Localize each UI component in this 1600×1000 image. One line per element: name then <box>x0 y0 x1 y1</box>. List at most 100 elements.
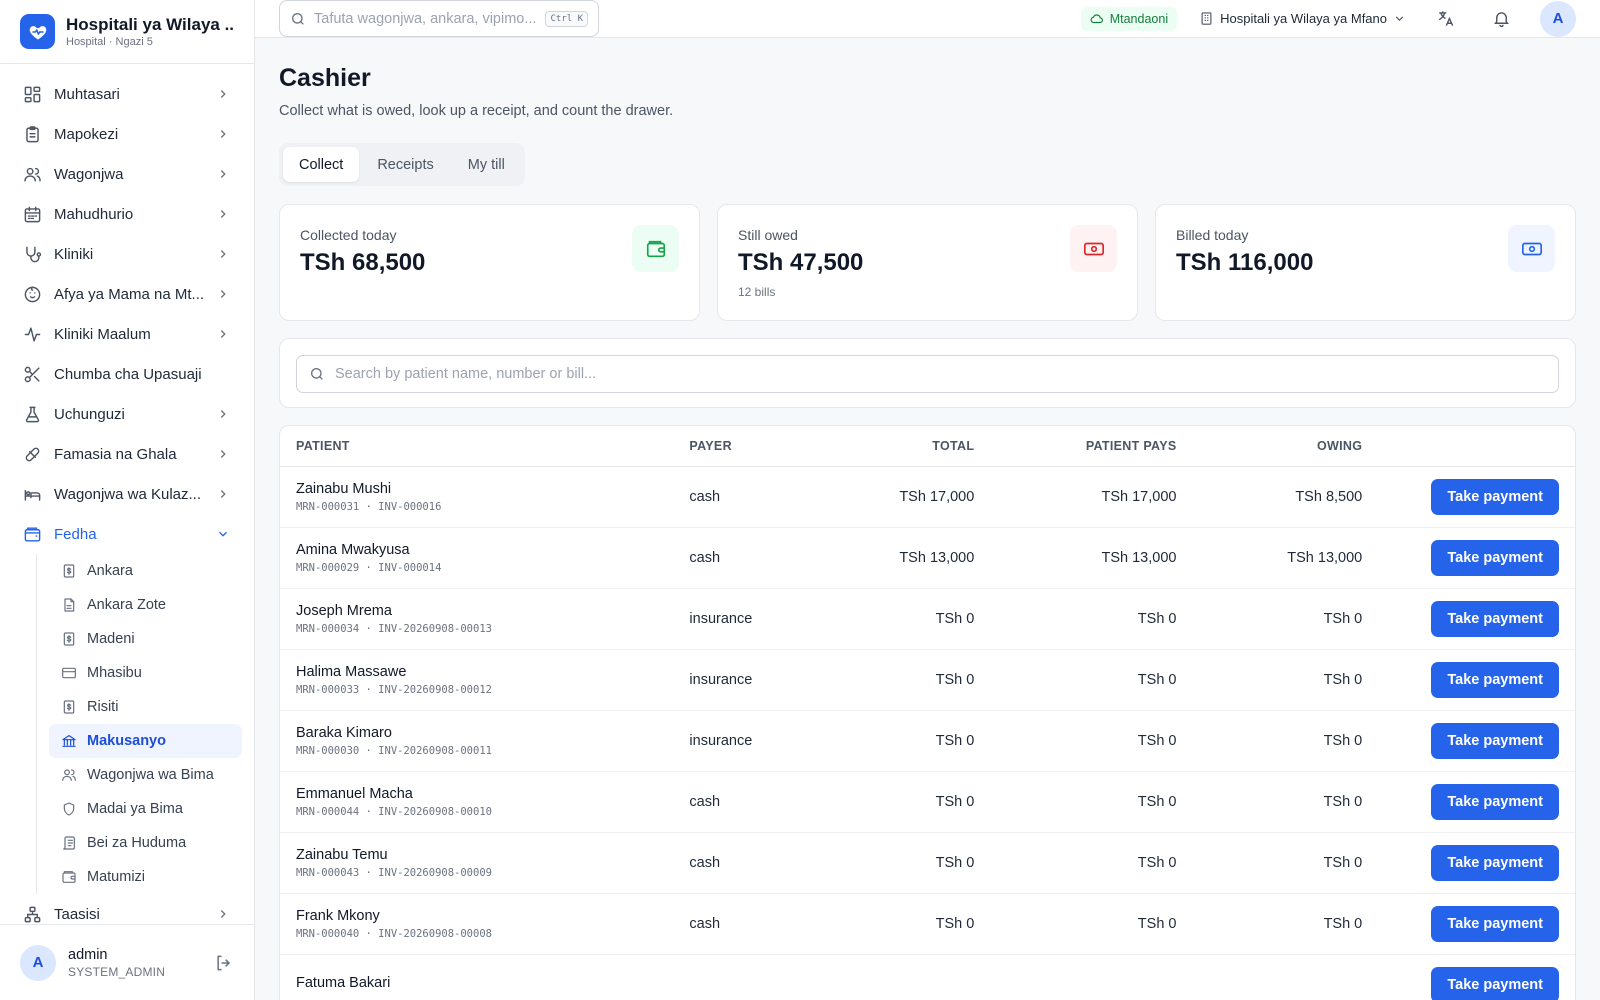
action-cell: Take payment <box>1378 893 1575 955</box>
logout-icon[interactable] <box>214 953 234 973</box>
bill-search-field[interactable] <box>296 355 1559 393</box>
table-row[interactable]: Zainabu Mushi MRN-000031 · INV-000016 cash… <box>280 466 1575 528</box>
patient-ids: MRN-000040 · INV-20260908-00008 <box>296 927 492 940</box>
finance-subnav: Ankara Ankara Zote Madeni Mhasibu Risiti Maku… <box>36 554 242 894</box>
sidebar-item-kliniki[interactable]: Kliniki <box>12 234 242 274</box>
avatar[interactable]: A <box>20 944 56 981</box>
subnav-item-label: Wagonjwa wa Bima <box>87 767 214 783</box>
facility-selector[interactable]: Hospitali ya Wilaya ya Mfano <box>1199 11 1406 26</box>
table-row[interactable]: Fatuma Bakari Take payment <box>280 954 1575 1000</box>
patient-name: Joseph Mrema <box>296 602 392 619</box>
take-payment-button[interactable]: Take payment <box>1431 905 1559 942</box>
subnav-item-risiti[interactable]: Risiti <box>49 690 242 724</box>
chevron-right-icon <box>216 406 232 422</box>
sidebar-item-muhtasari[interactable]: Muhtasari <box>12 74 242 114</box>
stats-row: Collected today TSh 68,500 Still owed TS… <box>279 204 1576 321</box>
subnav-item-wagonjwa-wa-bima[interactable]: Wagonjwa wa Bima <box>49 758 242 792</box>
sidebar-item-afya-ya-mama-na-mt[interactable]: Afya ya Mama na Mt... <box>12 274 242 314</box>
sidebar-item-fedha[interactable]: Fedha <box>12 514 242 554</box>
wallet-icon <box>61 869 77 885</box>
take-payment-button[interactable]: Take payment <box>1431 844 1559 881</box>
take-payment-button[interactable]: Take payment <box>1431 661 1559 698</box>
avatar[interactable]: A <box>1540 0 1576 37</box>
sidebar-item-wagonjwa[interactable]: Wagonjwa <box>12 154 242 194</box>
subnav-item-madeni[interactable]: Madeni <box>49 622 242 656</box>
tab-receipts[interactable]: Receipts <box>361 147 449 182</box>
action-cell: Take payment <box>1378 771 1575 833</box>
table-row[interactable]: Frank Mkony MRN-000040 · INV-20260908-000… <box>280 893 1575 955</box>
patient-cell: Fatuma Bakari <box>280 954 674 1000</box>
payer-cell: cash <box>673 466 816 528</box>
subnav-item-makusanyo[interactable]: Makusanyo <box>49 724 242 758</box>
bill-search-card <box>279 338 1576 408</box>
table-row[interactable]: Halima Massawe MRN-000033 · INV-20260908-… <box>280 649 1575 711</box>
payer-cell: cash <box>673 527 816 589</box>
owing-cell: TSh 0 <box>1192 893 1379 955</box>
subnav-item-ankara-zote[interactable]: Ankara Zote <box>49 588 242 622</box>
subnav-item-label: Ankara Zote <box>87 597 166 613</box>
chevron-down-icon <box>1395 16 1404 21</box>
total-cell: TSh 0 <box>815 710 991 772</box>
total-cell: TSh 17,000 <box>815 466 991 528</box>
banknote-icon <box>1508 225 1555 272</box>
sidebar-item-mahudhurio[interactable]: Mahudhurio <box>12 194 242 234</box>
sidebar-item-label: Famasia na Ghala <box>54 445 177 463</box>
take-payment-button[interactable]: Take payment <box>1431 600 1559 637</box>
table-row[interactable]: Baraka Kimaro MRN-000030 · INV-20260908-0… <box>280 710 1575 772</box>
sidebar-item-wagonjwa-wa-kulaz[interactable]: Wagonjwa wa Kulaz... <box>12 474 242 514</box>
search-icon <box>292 12 304 25</box>
tab-collect[interactable]: Collect <box>283 147 360 182</box>
owing-cell: TSh 0 <box>1192 710 1379 772</box>
patient-name: Emmanuel Macha <box>296 785 413 802</box>
sidebar-item-famasia-na-ghala[interactable]: Famasia na Ghala <box>12 434 242 474</box>
column-header-owing[interactable]: Owing <box>1192 426 1379 467</box>
global-search-input[interactable]: Tafuta wagonjwa, ankara, vipimo... Ctrl … <box>279 0 599 37</box>
subnav-item-bei-za-huduma[interactable]: Bei za Huduma <box>49 826 242 860</box>
bell-icon[interactable] <box>1484 2 1518 36</box>
take-payment-button[interactable]: Take payment <box>1431 478 1559 515</box>
column-header-payer[interactable]: Payer <box>673 426 816 467</box>
stat-label: Collected today <box>300 227 397 243</box>
bill-search-input[interactable] <box>335 366 1546 382</box>
patient-name: Baraka Kimaro <box>296 724 392 741</box>
subnav-item-matumizi[interactable]: Matumizi <box>49 860 242 894</box>
sidebar-item-chumba-cha-upasuaji[interactable]: Chumba cha Upasuaji <box>12 354 242 394</box>
stat-label: Billed today <box>1176 227 1249 243</box>
table-row[interactable]: Emmanuel Macha MRN-000044 · INV-20260908-… <box>280 771 1575 833</box>
patient-name: Zainabu Mushi <box>296 480 392 497</box>
user-panel: A admin SYSTEM_ADMIN <box>0 924 254 1000</box>
take-payment-button[interactable]: Take payment <box>1431 966 1559 1000</box>
patient-pays-cell: TSh 0 <box>990 832 1193 894</box>
sidebar-item-mapokezi[interactable]: Mapokezi <box>12 114 242 154</box>
table-row[interactable]: Zainabu Temu MRN-000043 · INV-20260908-00… <box>280 832 1575 894</box>
wallet-icon <box>22 524 42 544</box>
column-header-total[interactable]: Total <box>815 426 991 467</box>
sidebar-item-label: Fedha <box>54 525 97 543</box>
chevron-right-icon <box>216 286 232 302</box>
action-cell: Take payment <box>1378 954 1575 1000</box>
subnav-item-label: Madai ya Bima <box>87 801 183 817</box>
subnav-item-ankara[interactable]: Ankara <box>49 554 242 588</box>
tab-my-till[interactable]: My till <box>452 147 521 182</box>
bills-table: Patient Payer Total Patient pays Owing Z… <box>280 426 1575 1000</box>
patient-name: Frank Mkony <box>296 907 380 924</box>
stethoscope-icon <box>22 244 42 264</box>
take-payment-button[interactable]: Take payment <box>1431 539 1559 576</box>
sidebar-item-uchunguzi[interactable]: Uchunguzi <box>12 394 242 434</box>
brand[interactable]: Hospitali ya Wilaya ... Hospital · Ngazi… <box>0 0 254 64</box>
table-row[interactable]: Joseph Mrema MRN-000034 · INV-20260908-00… <box>280 588 1575 650</box>
stat-card-owed: Still owed TSh 47,500 12 bills <box>717 204 1138 321</box>
owing-cell: TSh 0 <box>1192 588 1379 650</box>
column-header-patient-pays[interactable]: Patient pays <box>990 426 1193 467</box>
subnav-item-mhasibu[interactable]: Mhasibu <box>49 656 242 690</box>
take-payment-button[interactable]: Take payment <box>1431 722 1559 759</box>
sidebar-item-taasisi[interactable]: Taasisi <box>12 894 242 924</box>
subnav-item-madai-ya-bima[interactable]: Madai ya Bima <box>49 792 242 826</box>
table-row[interactable]: Amina Mwakyusa MRN-000029 · INV-000014 cas… <box>280 527 1575 589</box>
column-header-patient[interactable]: Patient <box>280 426 674 467</box>
language-icon[interactable] <box>1428 2 1462 36</box>
sidebar-item-kliniki-maalum[interactable]: Kliniki Maalum <box>12 314 242 354</box>
take-payment-button[interactable]: Take payment <box>1431 783 1559 820</box>
patient-cell: Amina Mwakyusa MRN-000029 · INV-000014 <box>280 527 674 589</box>
patient-cell: Baraka Kimaro MRN-000030 · INV-20260908-0… <box>280 710 674 772</box>
